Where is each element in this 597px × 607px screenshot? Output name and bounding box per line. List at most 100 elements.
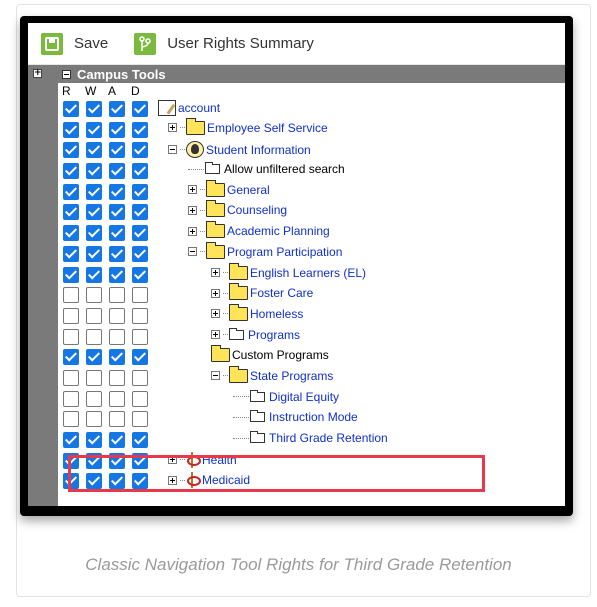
rights-checkbox-d[interactable]	[132, 245, 148, 262]
rights-checkbox-d[interactable]	[132, 287, 148, 304]
expand-icon[interactable]	[211, 268, 220, 277]
tree-node-label[interactable]: Digital Equity	[269, 390, 339, 404]
rights-checkbox-w[interactable]	[86, 245, 102, 262]
tree-node[interactable]: Foster Care	[211, 283, 313, 301]
rights-checkbox-r[interactable]	[63, 266, 79, 283]
rights-checkbox-a[interactable]	[109, 287, 125, 304]
rights-checkbox-w[interactable]	[86, 163, 102, 180]
rights-checkbox-r[interactable]	[63, 390, 79, 407]
rights-checkbox-a[interactable]	[109, 411, 125, 428]
rights-checkbox-w[interactable]	[86, 101, 102, 117]
collapse-icon[interactable]	[188, 247, 197, 257]
tree-node-label[interactable]: Foster Care	[250, 286, 313, 300]
rights-checkbox-a[interactable]	[109, 142, 125, 159]
rights-checkbox-r[interactable]	[63, 307, 79, 324]
rights-checkbox-a[interactable]	[109, 307, 125, 324]
tree-node-label[interactable]: account	[178, 101, 220, 115]
rights-checkbox-w[interactable]	[86, 452, 102, 469]
rights-checkbox-w[interactable]	[86, 432, 102, 448]
tree-node[interactable]: English Learners (EL)	[211, 262, 366, 280]
tree-node[interactable]: Counseling	[188, 200, 287, 218]
rights-checkbox-d[interactable]	[132, 266, 148, 283]
tree-node-label[interactable]: Third Grade Retention	[269, 431, 388, 445]
rights-checkbox-r[interactable]	[63, 204, 79, 221]
rights-checkbox-w[interactable]	[86, 369, 102, 386]
rights-checkbox-r[interactable]	[63, 163, 79, 180]
tree-node[interactable]: Programs	[211, 327, 300, 342]
rights-checkbox-a[interactable]	[109, 390, 125, 407]
rights-checkbox-r[interactable]	[63, 432, 79, 448]
expand-icon[interactable]	[211, 309, 220, 319]
tree-node-label[interactable]: Counseling	[227, 203, 287, 217]
tree-node[interactable]: account	[158, 100, 220, 116]
rights-checkbox-a[interactable]	[109, 328, 125, 345]
tree-node-label[interactable]: Instruction Mode	[269, 410, 358, 424]
rights-checkbox-a[interactable]	[109, 452, 125, 469]
rights-checkbox-w[interactable]	[86, 411, 102, 428]
rights-checkbox-a[interactable]	[109, 349, 125, 366]
rights-checkbox-d[interactable]	[132, 142, 148, 159]
rights-checkbox-d[interactable]	[132, 411, 148, 428]
tree-node-label[interactable]: Custom Programs	[232, 348, 329, 362]
tree-node[interactable]: Student Information	[168, 141, 311, 159]
rights-checkbox-d[interactable]	[132, 349, 148, 366]
rights-checkbox-a[interactable]	[109, 121, 125, 138]
rights-checkbox-a[interactable]	[109, 473, 125, 490]
tree-node-label[interactable]: Employee Self Service	[207, 121, 328, 135]
rights-checkbox-r[interactable]	[63, 225, 79, 242]
tree-node-label[interactable]: Allow unfiltered search	[224, 162, 345, 176]
rights-checkbox-w[interactable]	[86, 390, 102, 407]
rights-checkbox-r[interactable]	[63, 183, 79, 200]
rights-checkbox-d[interactable]	[132, 204, 148, 221]
tree-node-label[interactable]: Program Participation	[227, 245, 342, 259]
collapse-icon[interactable]	[62, 69, 71, 79]
rights-checkbox-d[interactable]	[132, 225, 148, 242]
tree-node-label[interactable]: English Learners (EL)	[250, 266, 366, 280]
rights-checkbox-d[interactable]	[132, 163, 148, 180]
rights-checkbox-d[interactable]	[132, 101, 148, 117]
tree-node[interactable]: Health	[168, 451, 237, 468]
rights-checkbox-d[interactable]	[132, 452, 148, 469]
rights-checkbox-d[interactable]	[132, 369, 148, 386]
tree-node[interactable]: Digital Equity	[233, 389, 339, 404]
user-rights-summary-button[interactable]: User Rights Summary	[134, 32, 314, 55]
rights-checkbox-a[interactable]	[109, 369, 125, 386]
rights-checkbox-d[interactable]	[132, 390, 148, 407]
rights-checkbox-d[interactable]	[132, 328, 148, 345]
tree-node[interactable]: Medicaid	[168, 472, 250, 489]
rights-checkbox-a[interactable]	[109, 432, 125, 448]
rights-checkbox-a[interactable]	[109, 183, 125, 200]
rights-checkbox-r[interactable]	[63, 328, 79, 345]
tree-node[interactable]: General	[188, 179, 270, 197]
tree-node[interactable]: Third Grade Retention	[233, 431, 388, 445]
tree-node[interactable]: State Programs	[211, 365, 333, 383]
rights-checkbox-w[interactable]	[86, 349, 102, 366]
rights-checkbox-w[interactable]	[86, 121, 102, 138]
collapse-icon[interactable]	[168, 145, 177, 155]
rights-checkbox-w[interactable]	[86, 183, 102, 200]
tree-node[interactable]: Employee Self Service	[168, 117, 328, 135]
expand-icon[interactable]	[168, 475, 177, 485]
tree-node-label[interactable]: State Programs	[250, 369, 333, 383]
rights-checkbox-a[interactable]	[109, 245, 125, 262]
rights-checkbox-a[interactable]	[109, 163, 125, 180]
tree-node[interactable]: Program Participation	[188, 241, 342, 259]
rights-checkbox-r[interactable]	[63, 452, 79, 469]
expand-icon[interactable]	[211, 288, 220, 298]
expand-icon[interactable]	[168, 455, 177, 465]
save-button[interactable]: Save	[41, 32, 108, 55]
rights-checkbox-w[interactable]	[86, 473, 102, 490]
rights-checkbox-a[interactable]	[109, 266, 125, 283]
rights-checkbox-a[interactable]	[109, 204, 125, 221]
rights-checkbox-w[interactable]	[86, 266, 102, 283]
rights-checkbox-d[interactable]	[132, 432, 148, 448]
rights-checkbox-a[interactable]	[109, 225, 125, 242]
tree-node[interactable]: Academic Planning	[188, 221, 330, 239]
tree-node-label[interactable]: Student Information	[206, 143, 311, 157]
tree-node-label[interactable]: Health	[202, 453, 237, 467]
expand-icon[interactable]	[188, 205, 197, 215]
rights-checkbox-r[interactable]	[63, 121, 79, 138]
tree-node-label[interactable]: Medicaid	[202, 473, 250, 487]
rights-checkbox-r[interactable]	[63, 245, 79, 262]
tree-node[interactable]: Allow unfiltered search	[188, 162, 345, 176]
